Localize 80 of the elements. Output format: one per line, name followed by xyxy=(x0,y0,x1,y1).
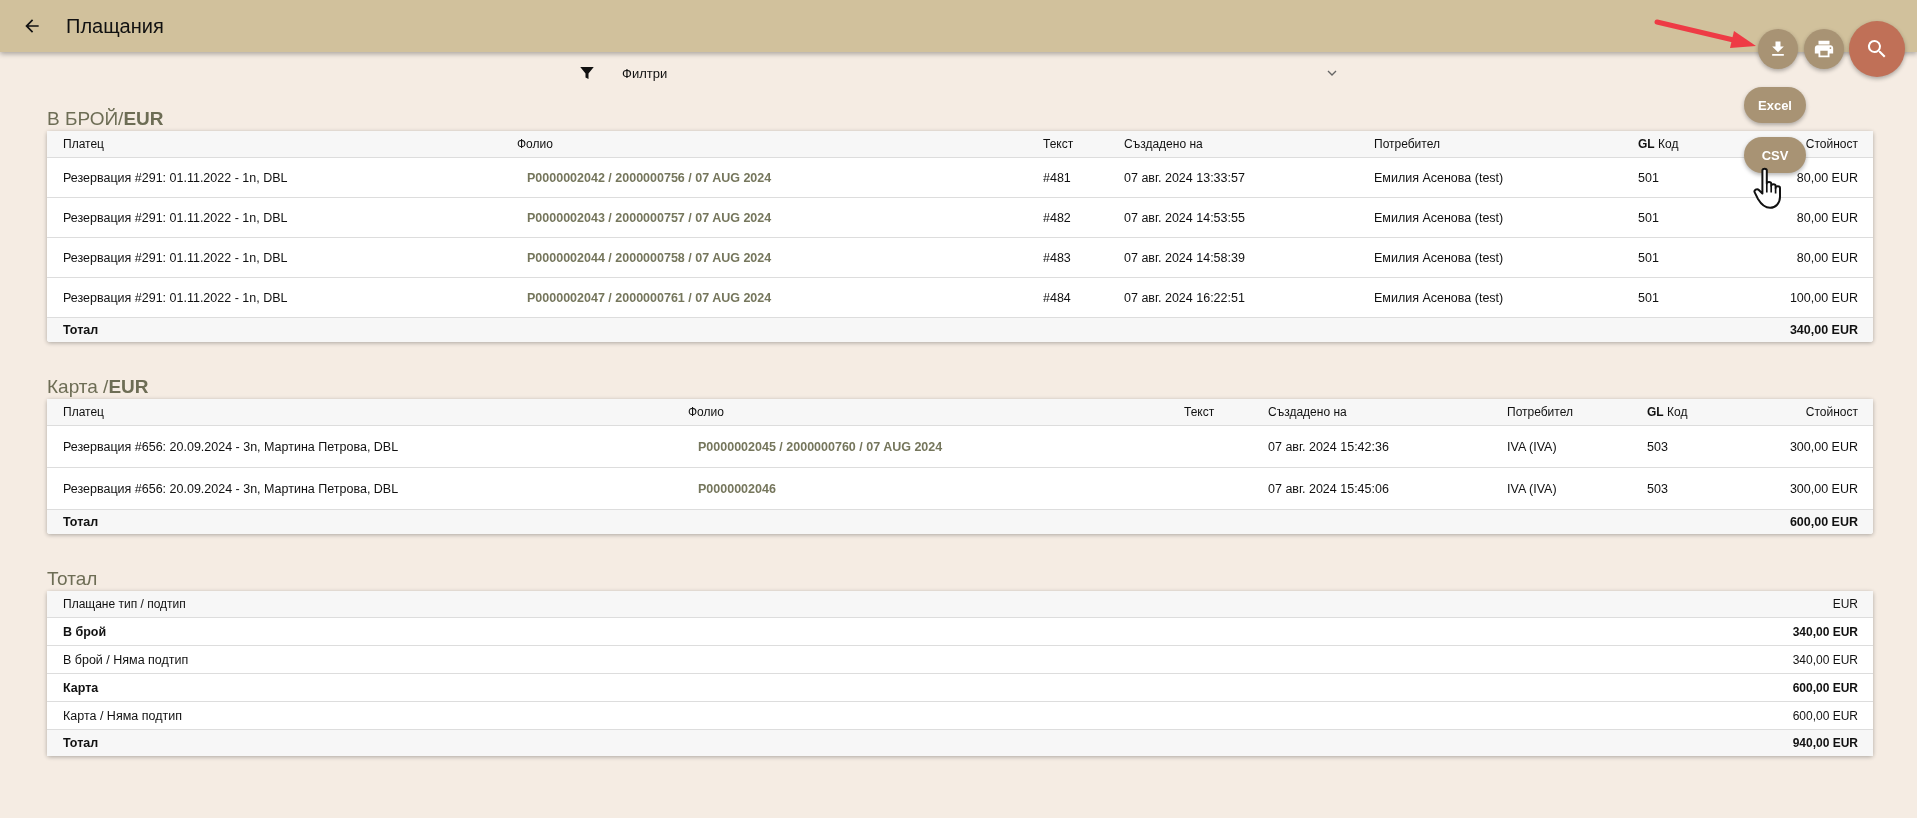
column-header: Платец xyxy=(47,399,672,426)
table-cell: 07 авг. 2024 15:42:36 xyxy=(1268,439,1389,454)
table-cell: 503 xyxy=(1647,439,1668,454)
column-header: Потребител xyxy=(1358,131,1622,158)
table-cell: Емилия Асенова (test) xyxy=(1374,170,1504,185)
folio-link[interactable]: P0000002046 xyxy=(698,481,776,496)
search-button[interactable] xyxy=(1849,21,1905,77)
table-cell: 07 авг. 2024 14:53:55 xyxy=(1124,210,1245,225)
table-cell: Емилия Асенова (test) xyxy=(1374,250,1504,265)
summary-value: 600,00 EUR xyxy=(1792,680,1858,695)
summary-label: Карта / Няма подтип xyxy=(63,708,182,723)
column-header: Създадено на xyxy=(1252,399,1491,426)
table-cell: #483 xyxy=(1043,250,1071,265)
summary-value: 940,00 EUR xyxy=(1792,735,1858,750)
table-cell: Емилия Асенова (test) xyxy=(1374,290,1504,305)
summary-label: В брой / Няма подтип xyxy=(63,652,189,667)
table-cell: Резервация #656: 20.09.2024 - 3n, Мартина Петрова, DBL xyxy=(63,481,399,496)
table-cell: Емилия Асенова (test) xyxy=(1374,210,1504,225)
table-cell: IVA (IVA) xyxy=(1507,481,1557,496)
table-cell: #484 xyxy=(1043,290,1071,305)
total-label: Тотал xyxy=(63,515,99,529)
column-header: GL Код xyxy=(1622,131,1758,158)
filter-dropdown[interactable]: Филтри xyxy=(578,64,1340,82)
total-label: Тотал xyxy=(63,323,99,337)
table-cell: 100,00 EUR xyxy=(1789,290,1858,305)
table-cell: 07 авг. 2024 16:22:51 xyxy=(1124,290,1245,305)
summary-label: В брой xyxy=(63,624,107,639)
table-cell: Резервация #291: 01.11.2022 - 1n, DBL xyxy=(63,250,288,265)
table-cell: 501 xyxy=(1638,170,1659,185)
table-cell: Резервация #291: 01.11.2022 - 1n, DBL xyxy=(63,210,288,225)
folio-link[interactable]: P0000002042 / 2000000756 / 07 AUG 2024 xyxy=(527,170,772,185)
table-cell: 07 авг. 2024 14:58:39 xyxy=(1124,250,1245,265)
table-cell: 80,00 EUR xyxy=(1796,170,1858,185)
column-header: Стойност xyxy=(1767,399,1873,426)
section-title: Тотал xyxy=(47,568,98,590)
summary-value: 600,00 EUR xyxy=(1792,708,1858,723)
table-cell: 80,00 EUR xyxy=(1796,210,1858,225)
table-cell: #482 xyxy=(1043,210,1071,225)
printer-icon xyxy=(1813,38,1835,60)
total-value: 600,00 EUR xyxy=(1789,515,1858,529)
table-cell: 80,00 EUR xyxy=(1796,250,1858,265)
column-header: Създадено на xyxy=(1108,131,1358,158)
table-cell: 503 xyxy=(1647,481,1668,496)
summary-value: 340,00 EUR xyxy=(1792,652,1858,667)
column-header: Платец xyxy=(47,131,501,158)
table-cell: Резервация #656: 20.09.2024 - 3n, Мартина Петрова, DBL xyxy=(63,439,399,454)
table-cell: IVA (IVA) xyxy=(1507,439,1557,454)
total-value: 340,00 EUR xyxy=(1789,323,1858,337)
table-cell: Резервация #291: 01.11.2022 - 1n, DBL xyxy=(63,290,288,305)
column-header: Плащане тип / подтип xyxy=(47,591,960,618)
table-cell: 501 xyxy=(1638,210,1659,225)
folio-link[interactable]: P0000002045 / 2000000760 / 07 AUG 2024 xyxy=(698,439,943,454)
column-header: GL Код xyxy=(1631,399,1767,426)
column-header: EUR xyxy=(960,591,1873,618)
summary-label: Карта xyxy=(63,680,99,695)
section-title: Карта /EUR xyxy=(47,376,149,398)
folio-link[interactable]: P0000002044 / 2000000758 / 07 AUG 2024 xyxy=(527,250,772,265)
column-header: Текст xyxy=(1027,131,1108,158)
column-header: Фолио xyxy=(672,399,1168,426)
page-title: Плащания xyxy=(66,14,164,38)
folio-link[interactable]: P0000002047 / 2000000761 / 07 AUG 2024 xyxy=(527,290,772,305)
table-cell: 501 xyxy=(1638,250,1659,265)
filter-icon xyxy=(578,64,596,82)
download-button[interactable] xyxy=(1758,29,1798,69)
column-header: Фолио xyxy=(501,131,1027,158)
export-option[interactable]: Excel xyxy=(1744,87,1806,123)
table-cell: 300,00 EUR xyxy=(1789,439,1858,454)
table-cell: #481 xyxy=(1043,170,1071,185)
summary-label: Тотал xyxy=(63,735,99,750)
table-cell: 07 авг. 2024 15:45:06 xyxy=(1268,481,1389,496)
table-cell: Резервация #291: 01.11.2022 - 1n, DBL xyxy=(63,170,288,185)
table-cell: 300,00 EUR xyxy=(1789,481,1858,496)
folio-link[interactable]: P0000002043 / 2000000757 / 07 AUG 2024 xyxy=(527,210,772,225)
column-header: Потребител xyxy=(1491,399,1631,426)
print-button[interactable] xyxy=(1804,29,1844,69)
table-cell: 501 xyxy=(1638,290,1659,305)
column-header: Текст xyxy=(1168,399,1252,426)
table-cell: 07 авг. 2024 13:33:57 xyxy=(1124,170,1245,185)
section-title: В БРОЙ/EUR xyxy=(47,108,164,130)
summary-value: 340,00 EUR xyxy=(1792,624,1858,639)
